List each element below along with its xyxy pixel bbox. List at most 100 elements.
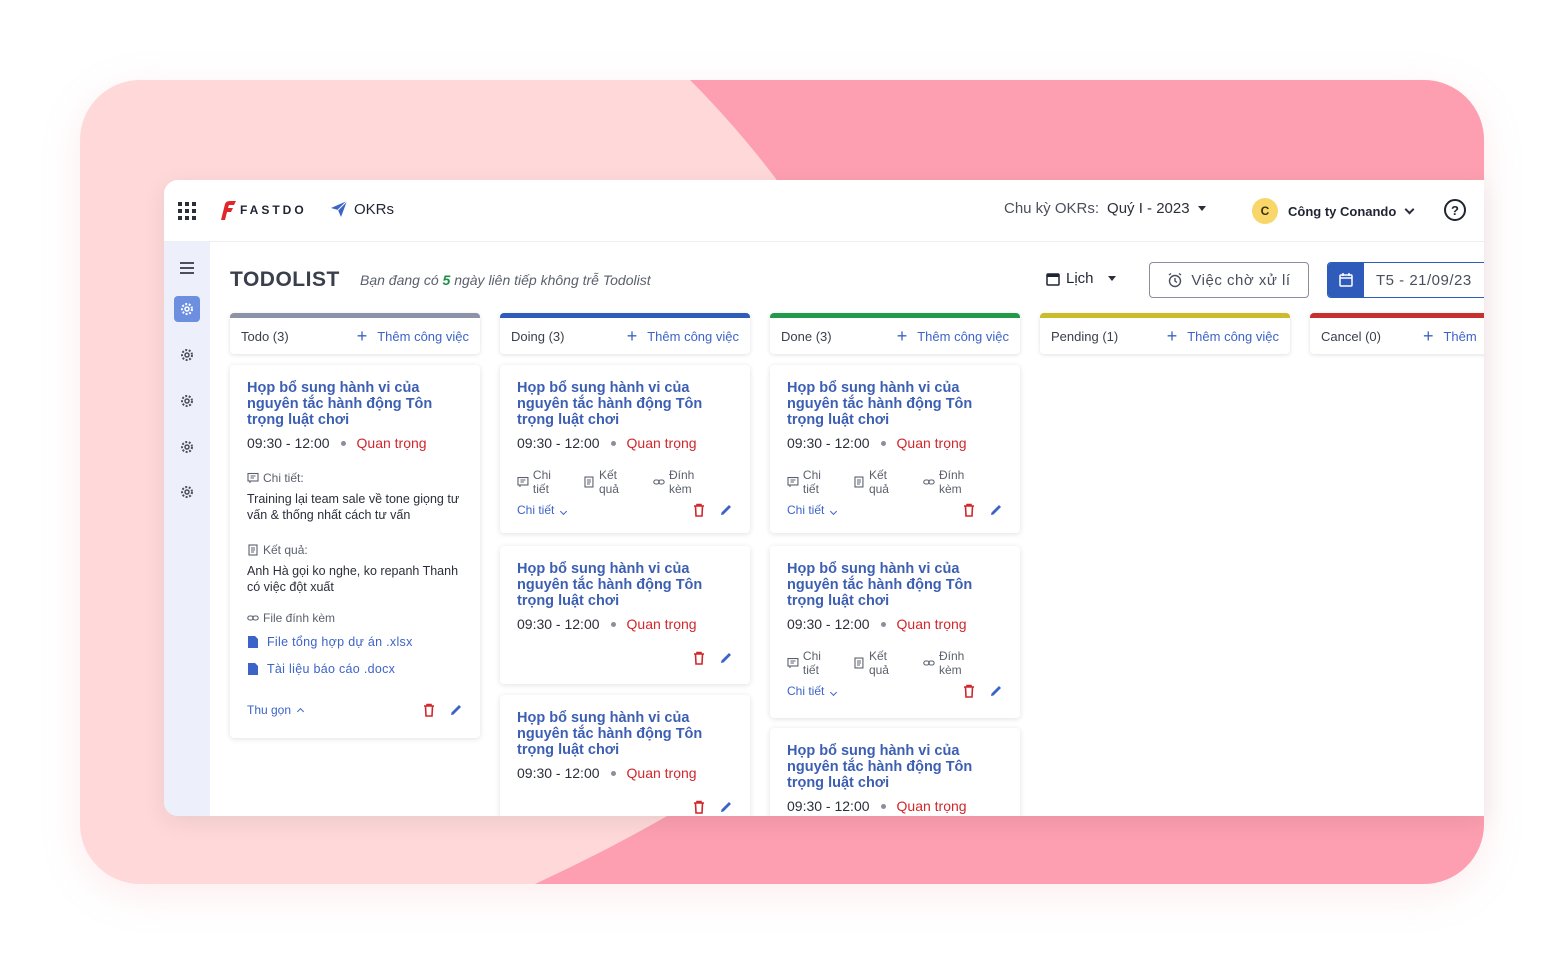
task-title: Họp bổ sung hành vi của nguyên tắc hành …: [517, 710, 703, 758]
attachment-file-1[interactable]: File tổng hợp dự án .xlsx: [247, 635, 463, 649]
task-time-row: 09:30 - 12:00 Quan trọng: [787, 798, 1003, 814]
okrs-module-link[interactable]: OKRs: [330, 200, 394, 218]
sidebar-item-settings-4[interactable]: [174, 434, 200, 460]
link-icon: [247, 615, 259, 621]
attachment-name: Tài liệu báo cáo .docx: [267, 662, 396, 676]
delete-icon[interactable]: [693, 800, 705, 814]
add-task-button[interactable]: + Thêm công việc: [357, 327, 469, 345]
expand-toggle[interactable]: Chi tiết: [517, 503, 568, 517]
sidebar-item-settings-1[interactable]: [174, 296, 200, 322]
task-card[interactable]: Họp bổ sung hành vi của nguyên tắc hành …: [770, 546, 1020, 718]
chevron-down-icon: [830, 688, 838, 697]
delete-icon[interactable]: [693, 651, 705, 665]
menu-icon[interactable]: [180, 262, 194, 277]
plus-icon: +: [896, 326, 908, 346]
file-icon: [248, 663, 258, 675]
task-priority: Quan trọng: [356, 435, 427, 451]
task-time: 09:30 - 12:00: [787, 616, 870, 632]
meta-detail[interactable]: Chi tiết: [787, 468, 840, 496]
page-title: TODOLIST: [230, 268, 340, 291]
task-title: Họp bổ sung hành vi của nguyên tắc hành …: [787, 743, 973, 791]
add-task-button[interactable]: + Thêm công việc: [626, 326, 739, 346]
task-card[interactable]: Họp bổ sung hành vi của nguyên tắc hành …: [230, 365, 480, 738]
comment-icon: [517, 476, 529, 487]
meta-detail[interactable]: Chi tiết: [517, 468, 570, 496]
expand-toggle[interactable]: Chi tiết: [787, 684, 838, 698]
delete-icon[interactable]: [963, 503, 975, 517]
meta-attach[interactable]: Đính kèm: [923, 468, 990, 496]
chevron-down-icon: [1404, 204, 1415, 214]
column-header: Cancel (0) + Thêm: [1310, 313, 1484, 354]
gear-icon: [181, 441, 193, 453]
plus-icon: +: [1422, 326, 1434, 346]
alarm-clock-icon: [1169, 272, 1182, 288]
task-priority: Quan trọng: [896, 798, 967, 814]
attachment-file-2[interactable]: Tài liệu báo cáo .docx: [247, 662, 463, 676]
company-selector[interactable]: C Công ty Conando: [1252, 198, 1415, 224]
task-card[interactable]: Họp bổ sung hành vi của nguyên tắc hành …: [500, 695, 750, 816]
add-task-button[interactable]: + Thêm: [1422, 326, 1477, 346]
task-priority: Quan trọng: [626, 616, 697, 632]
chevron-down-icon: [830, 507, 838, 516]
task-time: 09:30 - 12:00: [517, 616, 600, 632]
meta-attach[interactable]: Đính kèm: [653, 468, 720, 496]
column-title: Done (3): [781, 328, 832, 344]
task-priority: Quan trọng: [626, 435, 697, 451]
edit-icon[interactable]: [449, 703, 463, 717]
meta-result[interactable]: Kết quả: [853, 468, 910, 496]
meta-result[interactable]: Kết quả: [583, 468, 640, 496]
card-actions: [679, 503, 733, 517]
sidebar-item-settings-2[interactable]: [174, 342, 200, 368]
edit-icon[interactable]: [719, 503, 733, 517]
collapse-label: Thu gọn: [247, 703, 292, 717]
sidebar: [164, 242, 210, 816]
meta-result[interactable]: Kết quả: [853, 649, 910, 677]
brand-name: FASTDO: [240, 203, 307, 217]
document-icon: [584, 476, 594, 488]
sidebar-item-settings-5[interactable]: [174, 479, 200, 505]
card-footer: [517, 651, 733, 665]
edit-icon[interactable]: [719, 651, 733, 665]
task-priority: Quan trọng: [626, 765, 697, 781]
column-title: Todo (3): [241, 328, 289, 344]
fastdo-logo[interactable]: FASTDO: [218, 200, 307, 220]
plus-icon: +: [626, 326, 638, 346]
expand-toggle[interactable]: Chi tiết: [787, 503, 838, 517]
delete-icon[interactable]: [693, 503, 705, 517]
task-card[interactable]: Họp bổ sung hành vi của nguyên tắc hành …: [770, 365, 1020, 533]
delete-icon[interactable]: [963, 684, 975, 698]
view-selector[interactable]: Lịch: [1046, 270, 1116, 287]
caret-down-icon: [1197, 206, 1206, 211]
edit-icon[interactable]: [989, 684, 1003, 698]
help-icon[interactable]: ?: [1444, 199, 1466, 221]
pending-tasks-button[interactable]: Việc chờ xử lí: [1149, 262, 1309, 298]
result-section-label: Kết quả:: [247, 543, 463, 557]
task-card[interactable]: Họp bổ sung hành vi của nguyên tắc hành …: [770, 728, 1020, 816]
task-title: Họp bổ sung hành vi của nguyên tắc hành …: [787, 561, 973, 609]
detail-text: Training lại team sale về tone giọng tư …: [247, 492, 460, 522]
date-picker[interactable]: T5 - 21/09/23: [1327, 262, 1484, 298]
meta-attach-label: Đính kèm: [938, 468, 965, 496]
column-title: Doing (3): [511, 328, 565, 344]
file-icon: [248, 636, 258, 648]
edit-icon[interactable]: [989, 503, 1003, 517]
expand-label: Chi tiết: [787, 503, 825, 517]
meta-attach[interactable]: Đính kèm: [923, 649, 990, 677]
add-task-button[interactable]: + Thêm công việc: [1167, 327, 1279, 345]
meta-detail[interactable]: Chi tiết: [787, 649, 840, 677]
apps-grid-icon[interactable]: [178, 202, 196, 220]
okr-cycle-selector[interactable]: Chu kỳ OKRs: Quý I - 2023: [1004, 200, 1206, 217]
sidebar-item-settings-3[interactable]: [174, 388, 200, 414]
column-todo: Todo (3) + Thêm công việc Họp bổ sung hàn…: [230, 313, 480, 738]
collapse-toggle[interactable]: Thu gọn: [247, 703, 305, 717]
delete-icon[interactable]: [423, 703, 435, 717]
task-time-row: 09:30 - 12:00 Quan trọng: [517, 435, 733, 451]
task-card[interactable]: Họp bổ sung hành vi của nguyên tắc hành …: [500, 546, 750, 684]
link-icon: [923, 479, 935, 485]
expand-label: Chi tiết: [517, 503, 555, 517]
add-task-button[interactable]: + Thêm công việc: [896, 326, 1009, 346]
chevron-down-icon: [560, 507, 568, 516]
meta-result-label: Kết quả: [598, 468, 619, 496]
edit-icon[interactable]: [719, 800, 733, 814]
task-card[interactable]: Họp bổ sung hành vi của nguyên tắc hành …: [500, 365, 750, 533]
